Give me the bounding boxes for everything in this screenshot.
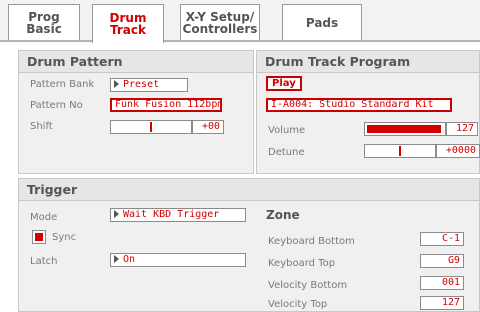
drum-kit-field[interactable]: I-A004: Studio Standard Kit: [266, 98, 452, 112]
shift-label: Shift: [30, 121, 53, 132]
zone-title: Zone: [266, 208, 300, 222]
tab-label: Controllers: [182, 21, 258, 36]
shift-value[interactable]: +00: [192, 120, 224, 134]
tab-label: Basic: [26, 21, 62, 36]
velocity-top-label: Velocity Top: [268, 299, 328, 310]
keyboard-top-value[interactable]: G9: [420, 254, 464, 268]
volume-value[interactable]: 127: [446, 122, 478, 136]
pattern-no-label: Pattern No: [30, 100, 83, 111]
sync-checkbox[interactable]: [32, 230, 46, 244]
trigger-title: Trigger: [19, 179, 479, 201]
drum-pattern-title: Drum Pattern: [19, 51, 253, 73]
velocity-bottom-label: Velocity Bottom: [268, 280, 348, 291]
play-button[interactable]: Play: [266, 76, 302, 91]
mode-label: Mode: [30, 212, 58, 223]
detune-slider[interactable]: [364, 144, 436, 158]
tab-bar: Prog Basic Drum Track X-Y Setup/ Control…: [0, 0, 480, 43]
tab-label: X-Y Setup/: [185, 9, 255, 24]
sync-label: Sync: [52, 232, 77, 243]
drum-kit-value: I-A004: Studio Standard Kit: [271, 99, 434, 110]
pattern-bank-label: Pattern Bank: [30, 79, 95, 90]
tab-label: Pads: [305, 15, 339, 30]
drum-track-program-title: Drum Track Program: [257, 51, 479, 73]
shift-slider[interactable]: [110, 120, 192, 134]
detune-value[interactable]: +0000: [436, 144, 480, 158]
velocity-top-value[interactable]: 127: [420, 296, 464, 310]
keyboard-bottom-label: Keyboard Bottom: [268, 236, 355, 247]
pattern-bank-select[interactable]: Preset: [110, 78, 188, 92]
tab-drum-track[interactable]: Drum Track: [92, 4, 164, 43]
sync-check-mark: [35, 233, 43, 241]
volume-slider-fill: [367, 125, 441, 133]
dropdown-arrow-icon: [114, 210, 119, 218]
detune-slider-marker: [399, 146, 401, 156]
volume-label: Volume: [268, 125, 306, 136]
pattern-bank-value: Preset: [123, 79, 160, 90]
tab-prog-basic[interactable]: Prog Basic: [8, 4, 80, 40]
dropdown-arrow-icon: [114, 80, 119, 88]
pattern-no-value: Funk Fusion 112bpm: [115, 99, 222, 110]
keyboard-bottom-value[interactable]: C-1: [420, 232, 464, 246]
pattern-no-field[interactable]: Funk Fusion 112bpm: [110, 98, 222, 112]
mode-value: Wait KBD Trigger: [123, 209, 220, 220]
tab-label: Track: [110, 23, 146, 37]
trigger-panel: Trigger: [18, 178, 480, 312]
velocity-bottom-value[interactable]: 001: [420, 276, 464, 290]
shift-slider-marker: [150, 122, 152, 132]
tab-xy-setup-controllers[interactable]: X-Y Setup/ Controllers: [180, 4, 260, 40]
tab-divider: [0, 40, 480, 42]
mode-select[interactable]: Wait KBD Trigger: [110, 208, 246, 222]
detune-label: Detune: [268, 147, 305, 158]
drum-pattern-panel: Drum Pattern: [18, 50, 254, 174]
latch-select[interactable]: On: [110, 253, 246, 267]
tab-label: Prog: [28, 9, 60, 24]
dropdown-arrow-icon: [114, 255, 119, 263]
latch-value: On: [123, 254, 136, 265]
tab-pads[interactable]: Pads: [282, 4, 362, 40]
volume-slider[interactable]: [364, 122, 446, 136]
latch-label: Latch: [30, 256, 58, 267]
keyboard-top-label: Keyboard Top: [268, 258, 336, 269]
